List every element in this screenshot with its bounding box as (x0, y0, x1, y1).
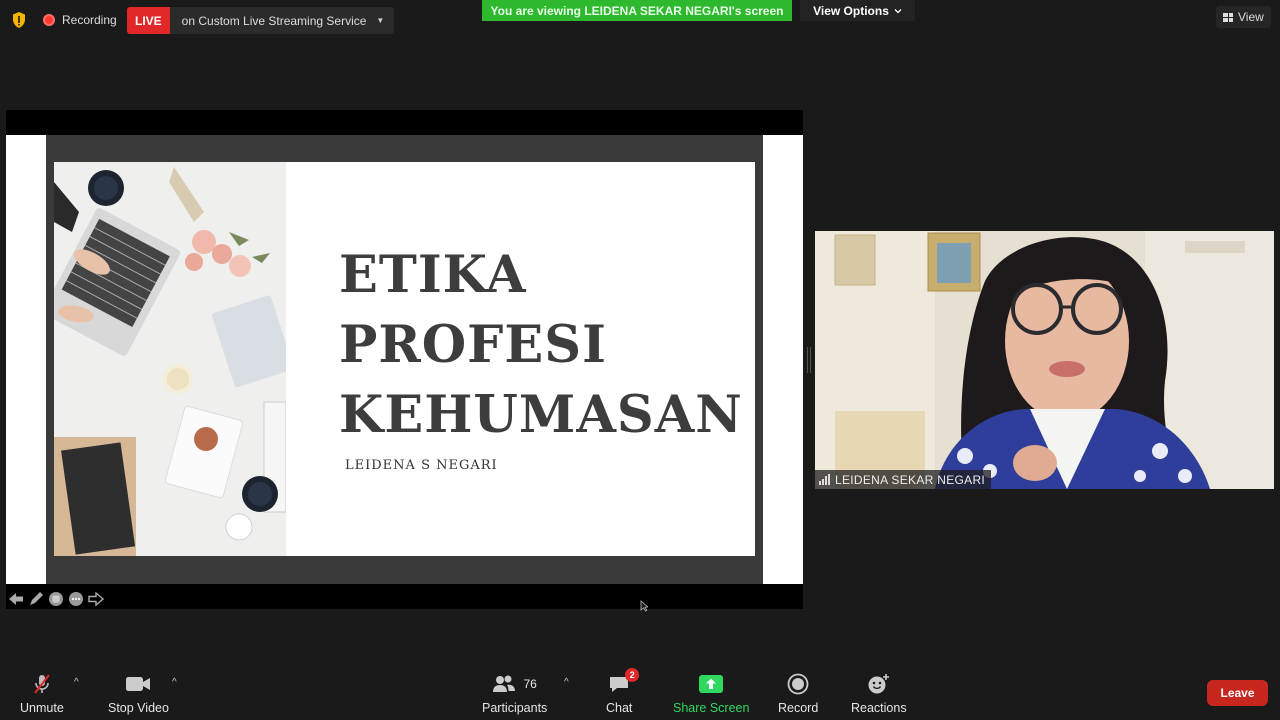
chat-button[interactable]: 2 Chat (606, 668, 640, 715)
presentation-window: ETIKA PROFESI KEHUMASAN LEIDENA S NEGARI (46, 135, 763, 584)
chevron-down-icon (894, 8, 902, 13)
shared-screen-content: ETIKA PROFESI KEHUMASAN LEIDENA S NEGARI (6, 135, 803, 606)
share-screen-button[interactable]: Share Screen (673, 672, 749, 715)
presentation-slide: ETIKA PROFESI KEHUMASAN LEIDENA S NEGARI (54, 162, 755, 556)
share-screen-arrow-icon (699, 672, 724, 696)
share-screen-label: Share Screen (673, 701, 750, 715)
participants-icon-group: 76 (492, 672, 537, 696)
chat-label: Chat (606, 701, 633, 715)
stop-video-label: Stop Video (108, 701, 169, 715)
slide-author: LEIDENA S NEGARI (345, 458, 498, 473)
record-label: Record (778, 701, 819, 715)
video-options-chevron-icon[interactable]: ^ (172, 677, 177, 688)
recording-indicator[interactable]: Recording (43, 11, 117, 29)
participants-label: Participants (482, 701, 548, 715)
record-dot-icon (43, 14, 55, 26)
panel-resize-handle[interactable] (807, 347, 811, 373)
slide-title-line: PROFESI (339, 315, 607, 375)
reaction-smiley-icon (867, 672, 891, 696)
audio-options-chevron-icon[interactable]: ^ (74, 677, 79, 688)
recording-label: Recording (62, 13, 117, 27)
record-button[interactable]: Record (778, 672, 818, 715)
view-label: View (1238, 10, 1264, 24)
view-options-label: View Options (813, 3, 889, 18)
previous-slide-icon[interactable] (8, 591, 24, 607)
leave-button[interactable]: Leave (1207, 680, 1268, 706)
live-badge: LIVE (127, 7, 170, 34)
participants-count: 76 (523, 677, 537, 691)
chat-bubble-icon: 2 (608, 668, 640, 696)
stop-video-button[interactable]: Stop Video (108, 672, 169, 715)
slide-title: ETIKA PROFESI KEHUMASAN (339, 240, 743, 450)
dropdown-caret-icon: ▼ (376, 16, 385, 25)
slide-title-line: ETIKA (339, 245, 527, 305)
participant-video-tile[interactable]: LEIDENA SEKAR NEGARI (815, 231, 1274, 489)
more-options-icon[interactable] (68, 591, 84, 607)
reactions-button[interactable]: Reactions (851, 672, 907, 715)
signal-strength-icon (819, 474, 830, 485)
shared-screen: ETIKA PROFESI KEHUMASAN LEIDENA S NEGARI (6, 110, 803, 609)
grid-view-icon (1223, 12, 1233, 22)
live-service-label: on Custom Live Streaming Service (181, 13, 367, 28)
participant-video-feed (815, 231, 1274, 489)
mouse-cursor-icon (640, 600, 648, 612)
unmute-button[interactable]: Unmute (20, 672, 64, 715)
record-icon (787, 672, 809, 696)
participants-icon (493, 675, 516, 692)
video-camera-icon (125, 672, 151, 696)
pen-icon[interactable] (28, 591, 44, 607)
chat-unread-badge: 2 (625, 668, 640, 682)
view-layout-button[interactable]: View (1216, 6, 1271, 28)
view-options-button[interactable]: View Options (800, 0, 915, 21)
live-stream-dropdown[interactable]: LIVE on Custom Live Streaming Service ▼ (127, 7, 395, 34)
reactions-label: Reactions (851, 701, 907, 715)
slide-desk-photo (54, 162, 286, 556)
slides-grid-icon[interactable] (48, 591, 64, 607)
security-shield-icon[interactable] (11, 11, 27, 29)
viewing-screen-banner: You are viewing LEIDENA SEKAR NEGARI's s… (482, 0, 792, 21)
participant-name: LEIDENA SEKAR NEGARI (835, 472, 986, 487)
participants-button[interactable]: 76 Participants (482, 672, 547, 715)
slide-title-line: KEHUMASAN (339, 385, 743, 445)
muted-mic-icon (30, 672, 54, 696)
participant-name-tag: LEIDENA SEKAR NEGARI (815, 470, 992, 489)
unmute-label: Unmute (20, 701, 64, 715)
live-service-selector[interactable]: on Custom Live Streaming Service ▼ (169, 7, 395, 34)
next-slide-icon[interactable] (88, 591, 104, 607)
slideshow-controls (8, 591, 104, 607)
participants-options-chevron-icon[interactable]: ^ (564, 677, 569, 688)
